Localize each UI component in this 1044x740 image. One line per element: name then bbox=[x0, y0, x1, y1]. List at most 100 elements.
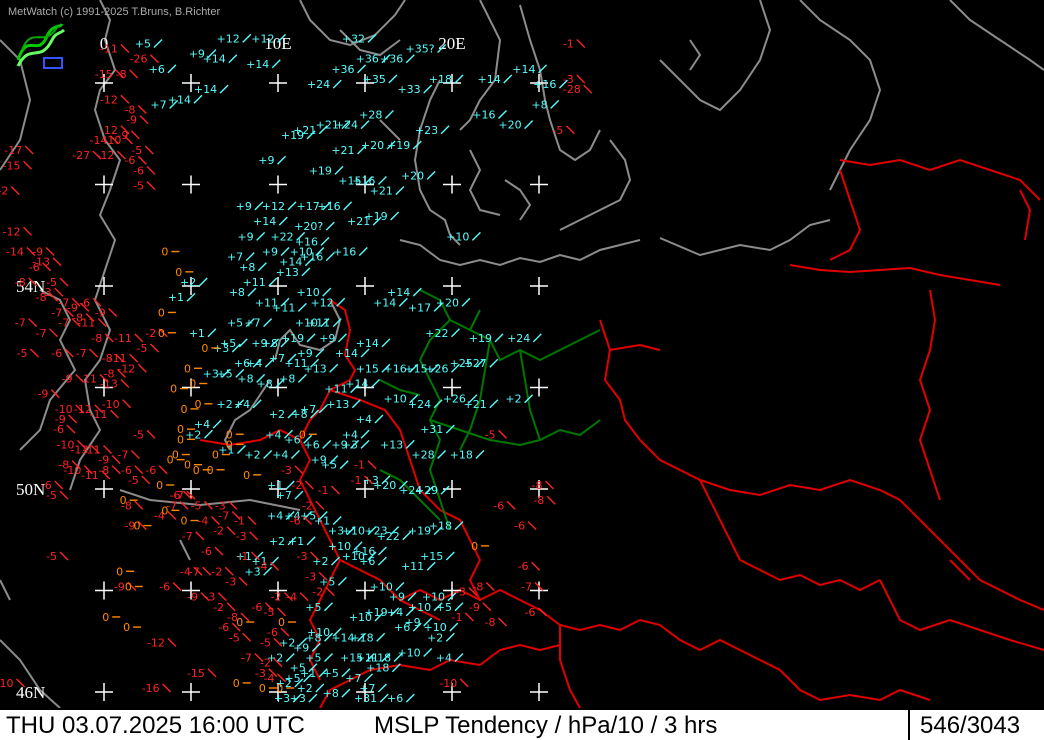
pressure-tendency-value: -8 bbox=[15, 276, 26, 289]
pressure-tendency-value: +5 bbox=[220, 337, 236, 350]
pressure-tendency-value: +1 bbox=[288, 535, 304, 548]
pressure-tendency-value: -6 bbox=[525, 606, 536, 619]
pressure-tendency-value: 0 bbox=[276, 682, 283, 695]
pressure-tendency-value: 0 bbox=[158, 327, 165, 340]
pressure-tendency-value: -6 bbox=[133, 164, 144, 177]
pressure-tendency-value: -10 bbox=[439, 677, 457, 690]
pressure-tendency-value: -5 bbox=[137, 342, 148, 355]
pressure-tendency-value: -7 bbox=[117, 449, 128, 462]
pressure-tendency-value: +11 bbox=[272, 301, 295, 314]
pressure-tendency-value: +22 bbox=[270, 230, 293, 243]
pressure-tendency-value: -6 bbox=[493, 499, 504, 512]
pressure-tendency-value: +9 bbox=[258, 154, 274, 167]
pressure-tendency-value: 0 bbox=[259, 682, 266, 695]
pressure-tendency-value: +33 bbox=[397, 83, 420, 96]
pressure-tendency-value: +6 bbox=[149, 63, 165, 76]
pressure-tendency-value: +5 bbox=[135, 37, 151, 50]
pressure-tendency-value: +6 bbox=[304, 438, 320, 451]
pressure-tendency-value: +7 bbox=[300, 403, 316, 416]
pressure-tendency-value: +3 bbox=[290, 692, 306, 705]
pressure-tendency-value: +8 bbox=[279, 372, 295, 385]
pressure-tendency-value: +6 bbox=[359, 555, 375, 568]
pressure-tendency-value: -6 bbox=[145, 464, 156, 477]
pressure-tendency-value: +5 bbox=[305, 601, 321, 614]
pressure-tendency-value: +5 bbox=[217, 367, 233, 380]
pressure-tendency-value: -5 bbox=[485, 428, 496, 441]
pressure-tendency-value: +16 bbox=[384, 362, 407, 375]
pressure-tendency-value: -5 bbox=[190, 499, 201, 512]
pressure-tendency-value: +8 bbox=[237, 372, 253, 385]
pressure-tendency-value: +31 bbox=[420, 423, 443, 436]
observation-datetime: THU 03.07.2025 16:00 UTC bbox=[6, 712, 305, 739]
pressure-tendency-value: +23 bbox=[415, 124, 438, 137]
pressure-tendency-value: -6 bbox=[518, 560, 529, 573]
pressure-tendency-value: -1 bbox=[317, 484, 328, 497]
pressure-tendency-value: +26 bbox=[443, 393, 466, 406]
metwatch-logo bbox=[14, 20, 66, 70]
pressure-tendency-value: -6 bbox=[514, 520, 525, 533]
pressure-tendency-value: -5 bbox=[229, 631, 240, 644]
pressure-tendency-value: -3 bbox=[236, 530, 247, 543]
pressure-tendency-value: -11 bbox=[81, 469, 99, 482]
pressure-tendency-value: -2 bbox=[271, 591, 282, 604]
pressure-tendency-value: -9 bbox=[187, 591, 198, 604]
pressure-tendency-value: -9 bbox=[95, 306, 106, 319]
pressure-tendency-value: +4 bbox=[272, 449, 288, 462]
pressure-tendency-value: +20 bbox=[401, 169, 424, 182]
pressure-tendency-value: -5 bbox=[552, 124, 563, 137]
pressure-tendency-value: -1 bbox=[351, 474, 362, 487]
status-bar: THU 03.07.2025 16:00 UTC MSLP Tendency /… bbox=[0, 708, 1044, 740]
pressure-tendency-value: +13 bbox=[276, 266, 299, 279]
pressure-tendency-value: -2 bbox=[211, 565, 222, 578]
pressure-tendency-value: -8 bbox=[98, 464, 109, 477]
pressure-tendency-value: -9 bbox=[37, 388, 48, 401]
pressure-tendency-value: +10 bbox=[446, 230, 469, 243]
pressure-tendency-value: -8 bbox=[533, 494, 544, 507]
pressure-tendency-value: +5 bbox=[227, 317, 243, 330]
pressure-tendency-value: -10 bbox=[102, 398, 120, 411]
pressure-tendency-value: +12 bbox=[251, 32, 274, 45]
pressure-tendency-value: +2 bbox=[269, 408, 285, 421]
pressure-tendency-value: +14 bbox=[203, 53, 226, 66]
pressure-tendency-value: -3 bbox=[225, 575, 236, 588]
pressure-tendency-value: +15 bbox=[356, 362, 379, 375]
pressure-tendency-value: +1 bbox=[168, 291, 184, 304]
pressure-tendency-value: -7 bbox=[182, 530, 193, 543]
pressure-tendency-value: -2 bbox=[302, 499, 313, 512]
pressure-tendency-value: -4 bbox=[257, 560, 268, 573]
pressure-tendency-value: +16 bbox=[472, 109, 495, 122]
pressure-tendency-value: 0 bbox=[167, 454, 174, 467]
pressure-tendency-value: -10 bbox=[0, 677, 14, 690]
pressure-tendency-value: -11 bbox=[79, 372, 97, 385]
pressure-tendency-value: -7 bbox=[173, 489, 184, 502]
pressure-tendency-value: +20? bbox=[294, 220, 323, 233]
pressure-tendency-value: +14 bbox=[253, 215, 276, 228]
pressure-tendency-value: -26 bbox=[130, 53, 148, 66]
pressure-tendency-value: -5 bbox=[16, 347, 27, 360]
pressure-tendency-value: 0 bbox=[161, 246, 168, 259]
pressure-tendency-value: +18 bbox=[450, 449, 473, 462]
pressure-tendency-value: 0 bbox=[177, 433, 184, 446]
pressure-tendency-value: -15 bbox=[187, 667, 205, 680]
pressure-tendency-value: +29 bbox=[415, 484, 438, 497]
pressure-tendency-value: +32 bbox=[342, 32, 365, 45]
pressure-tendency-value: 0 bbox=[184, 459, 191, 472]
pressure-tendency-value: +4 bbox=[356, 413, 372, 426]
pressure-tendency-value: -2 bbox=[0, 185, 8, 198]
pressure-tendency-value: -7 bbox=[189, 565, 200, 578]
pressure-tendency-value: +11 bbox=[243, 276, 266, 289]
pressure-tendency-value: -7 bbox=[58, 317, 69, 330]
pressure-tendency-value: +18 bbox=[429, 73, 452, 86]
pressure-tendency-value: +10 bbox=[307, 626, 330, 639]
pressure-tendency-value: -1 bbox=[237, 550, 248, 563]
pressure-tendency-value: +2 bbox=[180, 276, 196, 289]
pressure-tendency-value: -8 bbox=[472, 581, 483, 594]
pressure-tendency-value: -12 bbox=[117, 362, 135, 375]
pressure-tendency-value: +8 bbox=[229, 286, 245, 299]
pressure-tendency-value: +19 bbox=[469, 332, 492, 345]
pressure-tendency-value: +21 bbox=[331, 144, 354, 157]
pressure-tendency-value: +4 bbox=[265, 428, 281, 441]
weather-map[interactable]: 0 10E 20E54N50N46N +5+6+9+14+12 +12+14+14+1… bbox=[0, 0, 1044, 708]
pressure-tendency-value: -6 bbox=[251, 601, 262, 614]
pressure-tendency-value: -8 bbox=[116, 68, 127, 81]
